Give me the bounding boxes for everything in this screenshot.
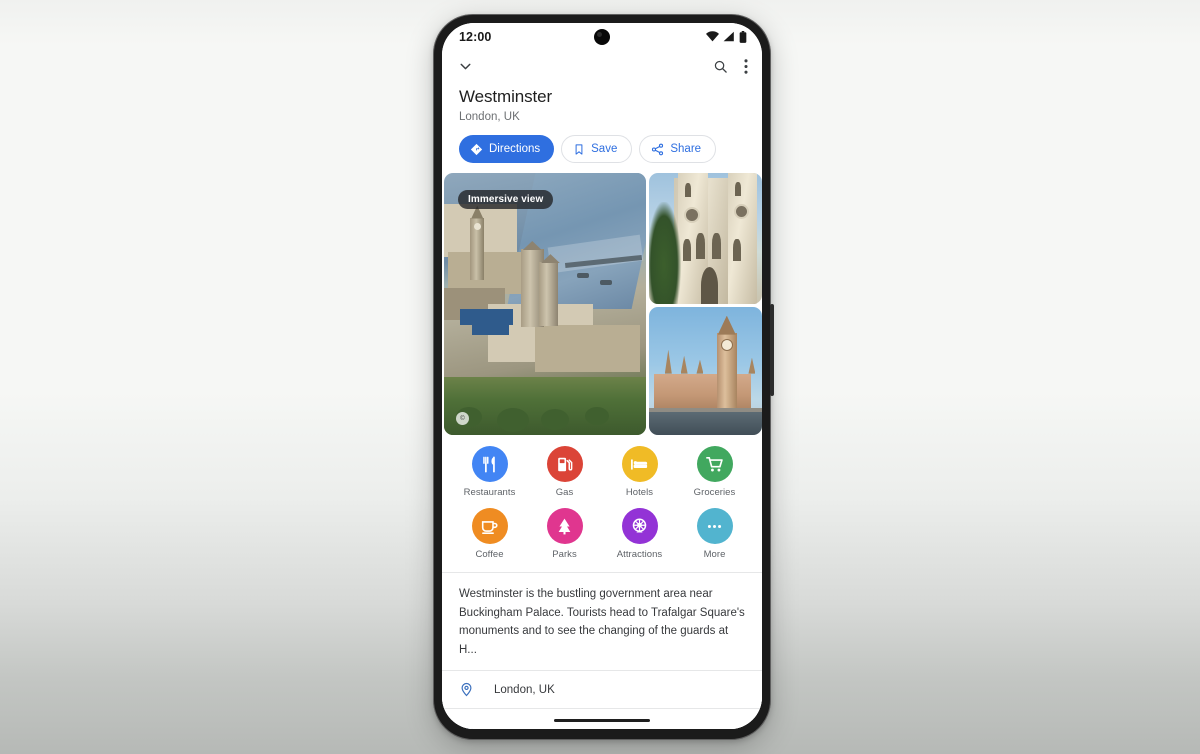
place-description: Westminster is the bustling government a… [442,573,762,670]
category-groceries[interactable]: Groceries [677,446,752,498]
aerial-photo-art [444,173,646,435]
collapse-sheet-button[interactable] [457,58,474,75]
restaurant-icon [471,446,508,482]
category-parks[interactable]: Parks [527,508,602,560]
search-icon [714,60,727,73]
bookmark-icon [575,143,583,155]
pixel-phone-frame: 12:00 Westminster London, UK Directions … [433,14,774,740]
category-more[interactable]: More [677,508,752,560]
status-bar-clock: 12:00 [459,29,492,44]
app-bar-actions [713,59,748,74]
chevron-down-icon [460,63,471,70]
shopping-cart-icon [696,446,733,482]
more-vertical-icon [744,59,748,74]
photo-credit-icon: © [456,412,469,425]
ferris-wheel-icon [621,508,658,544]
category-gas[interactable]: Gas [527,446,602,498]
category-label: Gas [555,487,574,498]
screenshot-stage: 12:00 Westminster London, UK Directions … [0,0,1200,754]
category-label: Parks [552,549,577,560]
secondary-photo-column [649,173,762,435]
share-label: Share [670,143,702,155]
share-icon [652,143,664,155]
wifi-icon [706,31,719,42]
category-row-2: Coffee Parks Attractions More [452,508,752,560]
category-hotels[interactable]: Hotels [602,446,677,498]
photo-grid: Immersive view © [442,173,762,435]
category-label: Hotels [625,487,654,498]
directions-icon [470,143,483,155]
category-label: Coffee [475,549,504,560]
home-gesture-bar[interactable] [554,718,650,722]
front-camera-punch-hole [594,28,610,45]
status-bar-icons [706,30,747,43]
category-label: Groceries [693,487,736,498]
search-button[interactable] [713,59,728,74]
more-dots-icon [696,508,733,544]
category-coffee[interactable]: Coffee [452,508,527,560]
big-ben-photo[interactable] [649,307,762,435]
place-header: Westminster London, UK [442,83,762,125]
big-ben-photo-art [649,307,762,435]
phone-screen: 12:00 Westminster London, UK Directions … [442,23,762,729]
gas-pump-icon [546,446,583,482]
category-label: Attractions [616,549,663,560]
address-text: London, UK [494,683,555,696]
place-subtitle: London, UK [459,111,520,123]
save-button[interactable]: Save [561,135,633,163]
directions-label: Directions [489,143,541,155]
westminster-abbey-photo[interactable] [649,173,762,304]
coffee-cup-icon [471,508,508,544]
category-shortcut-grid: Restaurants Gas Hotels Groceries Coffee … [442,435,762,572]
share-button[interactable]: Share [639,135,717,163]
abbey-photo-art [649,173,762,304]
hotel-bed-icon [621,446,658,482]
overflow-menu-button[interactable] [744,59,748,74]
directions-button[interactable]: Directions [459,135,555,163]
immersive-view-badge[interactable]: Immersive view [458,190,554,209]
category-row-1: Restaurants Gas Hotels Groceries [452,446,752,498]
category-restaurants[interactable]: Restaurants [452,446,527,498]
address-row[interactable]: London, UK [442,671,762,708]
battery-icon [739,30,747,43]
category-label: More [703,549,726,560]
page-title: Westminster [459,87,553,106]
location-pin-icon [461,682,472,697]
cellular-signal-icon [723,31,734,42]
action-chip-row: Directions Save Share [442,125,762,173]
category-label: Restaurants [463,487,516,498]
status-bar: 12:00 [442,23,762,50]
aerial-westminster-photo[interactable]: Immersive view © [444,173,646,435]
save-label: Save [591,143,618,155]
gesture-nav-area [442,711,762,729]
tree-icon [546,508,583,544]
category-attractions[interactable]: Attractions [602,508,677,560]
place-detail-sheet: Westminster London, UK Directions Save S… [442,83,762,729]
phone-side-button[interactable] [770,304,774,396]
app-bar [442,50,762,83]
